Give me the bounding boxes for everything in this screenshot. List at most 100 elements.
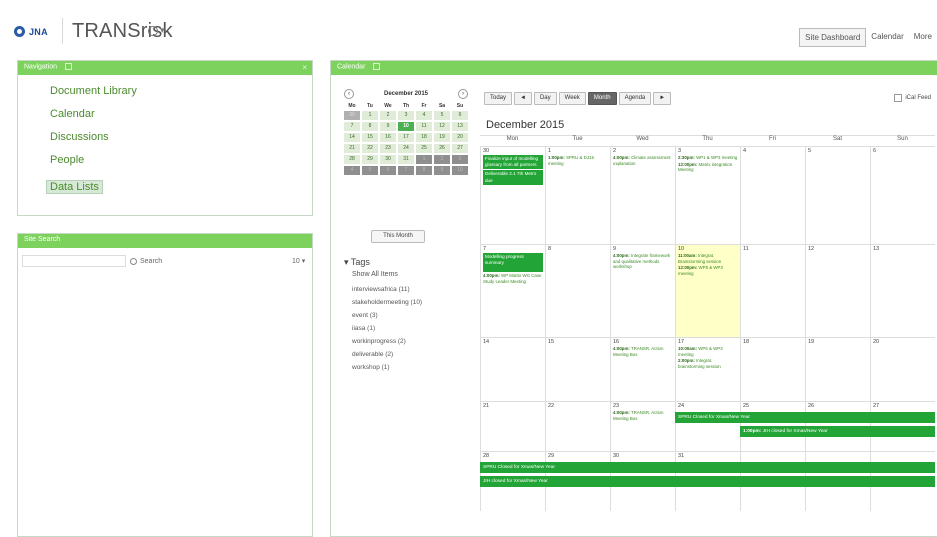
day-cell[interactable]: 11: [740, 245, 805, 337]
nav-calendar[interactable]: Calendar: [866, 28, 908, 47]
mini-day[interactable]: 1: [416, 155, 432, 164]
mini-day[interactable]: 30: [380, 155, 396, 164]
mini-day[interactable]: 5: [434, 111, 450, 120]
this-month-button[interactable]: This Month: [371, 230, 425, 243]
mini-day[interactable]: 31: [398, 155, 414, 164]
day-cell[interactable]: 4: [740, 147, 805, 244]
mini-day[interactable]: 5: [362, 166, 378, 175]
calendar-event-span[interactable]: SPRU Closed for Xmas/New Year: [480, 462, 935, 473]
calendar-event[interactable]: Deliverable 2.1 7th Metro due: [483, 170, 543, 185]
day-cell[interactable]: 15: [545, 338, 610, 401]
ical-feed-link[interactable]: iCal Feed: [894, 94, 931, 102]
nav-site-dashboard[interactable]: Site Dashboard: [799, 28, 867, 47]
day-cell[interactable]: 24: [675, 402, 740, 451]
day-cell[interactable]: 3 2:30pm: WP1 & WP3 meeting 12:00pm: Mat…: [675, 147, 740, 244]
mini-day[interactable]: 13: [452, 122, 468, 131]
calendar-event[interactable]: 4:00pm: TRANSR. Action Meeting Bus: [613, 346, 673, 357]
mini-day[interactable]: 6: [452, 111, 468, 120]
mini-day[interactable]: 6: [380, 166, 396, 175]
mini-day[interactable]: 9: [434, 166, 450, 175]
mini-day[interactable]: 17: [398, 133, 414, 142]
calendar-event-span[interactable]: JIH closed for Xmas/New Year: [480, 476, 935, 487]
calendar-event-span[interactable]: 1:00pm: JIH closed for Xmas/New Year: [740, 426, 935, 437]
prev-month-icon[interactable]: ‹: [344, 89, 354, 99]
day-cell[interactable]: 9 4:00pm: Integrate framework and qualit…: [610, 245, 675, 337]
calendar-event[interactable]: 2:00pm: Integrat. brainstorming session: [678, 358, 738, 369]
mini-day[interactable]: 9: [380, 122, 396, 131]
calendar-event[interactable]: 4:00pm: TRANSR. Action Meeting Bus: [613, 410, 673, 421]
nav-item-document-library[interactable]: Document Library: [50, 85, 312, 97]
day-cell[interactable]: 2 4:00pm: Climate assessment explanation: [610, 147, 675, 244]
tag-link[interactable]: event (3): [352, 312, 474, 319]
day-cell[interactable]: 19: [805, 338, 870, 401]
mini-day[interactable]: 28: [344, 155, 360, 164]
day-cell[interactable]: 22: [545, 402, 610, 451]
mini-day[interactable]: 24: [398, 144, 414, 153]
mini-day[interactable]: 8: [416, 166, 432, 175]
mini-day[interactable]: 29: [362, 155, 378, 164]
mini-day[interactable]: 26: [434, 144, 450, 153]
calendar-event[interactable]: 4:00pm: Climate assessment explanation: [613, 155, 673, 166]
calendar-event[interactable]: Modelling progress summary: [483, 253, 543, 273]
mini-day[interactable]: 2: [434, 155, 450, 164]
mini-day[interactable]: 4: [344, 166, 360, 175]
resize-icon[interactable]: [65, 63, 73, 70]
day-cell[interactable]: 20: [870, 338, 935, 401]
show-all-items-link[interactable]: Show All Items: [352, 271, 474, 278]
mini-day[interactable]: 20: [452, 133, 468, 142]
mini-day[interactable]: 7: [398, 166, 414, 175]
day-cell[interactable]: 18: [740, 338, 805, 401]
calendar-event[interactable]: 12:00pm: Matrix integration Meeting: [678, 162, 738, 173]
resize-icon[interactable]: [373, 63, 381, 70]
nav-item-discussions[interactable]: Discussions: [50, 131, 312, 143]
search-button[interactable]: Search: [130, 255, 280, 267]
calendar-event[interactable]: 12:00pm: WP5 & WP3 meeting: [678, 265, 738, 276]
tag-link[interactable]: deliverable (2): [352, 351, 474, 358]
day-cell[interactable]: 17 10:00am: WP5 & WP3 meeting 2:00pm: In…: [675, 338, 740, 401]
mini-day[interactable]: 8: [362, 122, 378, 131]
nav-item-people[interactable]: People: [50, 154, 312, 166]
tag-link[interactable]: stakeholdermeeting (10): [352, 299, 474, 306]
prev-button[interactable]: ◄: [514, 92, 532, 105]
mini-day[interactable]: 21: [344, 144, 360, 153]
site-settings-menu[interactable]: ▾: [148, 25, 165, 36]
day-cell[interactable]: 14: [480, 338, 545, 401]
day-cell[interactable]: 13: [870, 245, 935, 337]
next-button[interactable]: ►: [653, 92, 672, 105]
day-cell[interactable]: 1 1:00pm: SPRU & DJ15 meeting: [545, 147, 610, 244]
mini-day[interactable]: 7: [344, 122, 360, 131]
mini-day[interactable]: 11: [416, 122, 432, 131]
mini-day[interactable]: 19: [434, 133, 450, 142]
close-icon[interactable]: ×: [302, 63, 307, 72]
day-cell[interactable]: 7 Modelling progress summary 4:00pm: WP …: [480, 245, 545, 337]
tag-link[interactable]: workinprogress (2): [352, 338, 474, 345]
calendar-event[interactable]: 11:00am: Integrat. Brainstorming session: [678, 253, 738, 264]
nav-item-data-lists[interactable]: Data Lists: [46, 180, 103, 194]
day-cell[interactable]: 30 Finalize input of modelling glossary …: [480, 147, 545, 244]
mini-day[interactable]: 2: [380, 111, 396, 120]
next-month-icon[interactable]: ›: [458, 89, 468, 99]
mini-day[interactable]: 15: [362, 133, 378, 142]
week-view-button[interactable]: Week: [558, 92, 586, 105]
day-cell[interactable]: 12: [805, 245, 870, 337]
calendar-event[interactable]: 1:00pm: SPRU & DJ15 meeting: [548, 155, 608, 166]
search-input[interactable]: [22, 255, 126, 267]
mini-day[interactable]: 12: [434, 122, 450, 131]
day-cell[interactable]: 23 4:00pm: TRANSR. Action Meeting Bus: [610, 402, 675, 451]
day-cell-today[interactable]: 10 11:00am: Integrat. Brainstorming sess…: [675, 245, 740, 337]
mini-day[interactable]: 23: [380, 144, 396, 153]
tag-link[interactable]: iiasa (1): [352, 325, 474, 332]
mini-day[interactable]: 10: [452, 166, 468, 175]
mini-day[interactable]: 10: [398, 122, 414, 131]
tag-link[interactable]: workshop (1): [352, 364, 474, 371]
nav-more[interactable]: More: [909, 28, 937, 47]
mini-day[interactable]: 3: [398, 111, 414, 120]
tags-title[interactable]: ▾ Tags: [344, 257, 474, 268]
mini-day[interactable]: 30: [344, 111, 360, 120]
day-view-button[interactable]: Day: [533, 92, 557, 105]
mini-day[interactable]: 18: [416, 133, 432, 142]
calendar-event-span[interactable]: SPRU Closed for Xmas/New Year: [675, 412, 935, 423]
tag-link[interactable]: interviewsafrica (11): [352, 286, 474, 293]
nav-item-calendar[interactable]: Calendar: [50, 108, 312, 120]
mini-day[interactable]: 1: [362, 111, 378, 120]
